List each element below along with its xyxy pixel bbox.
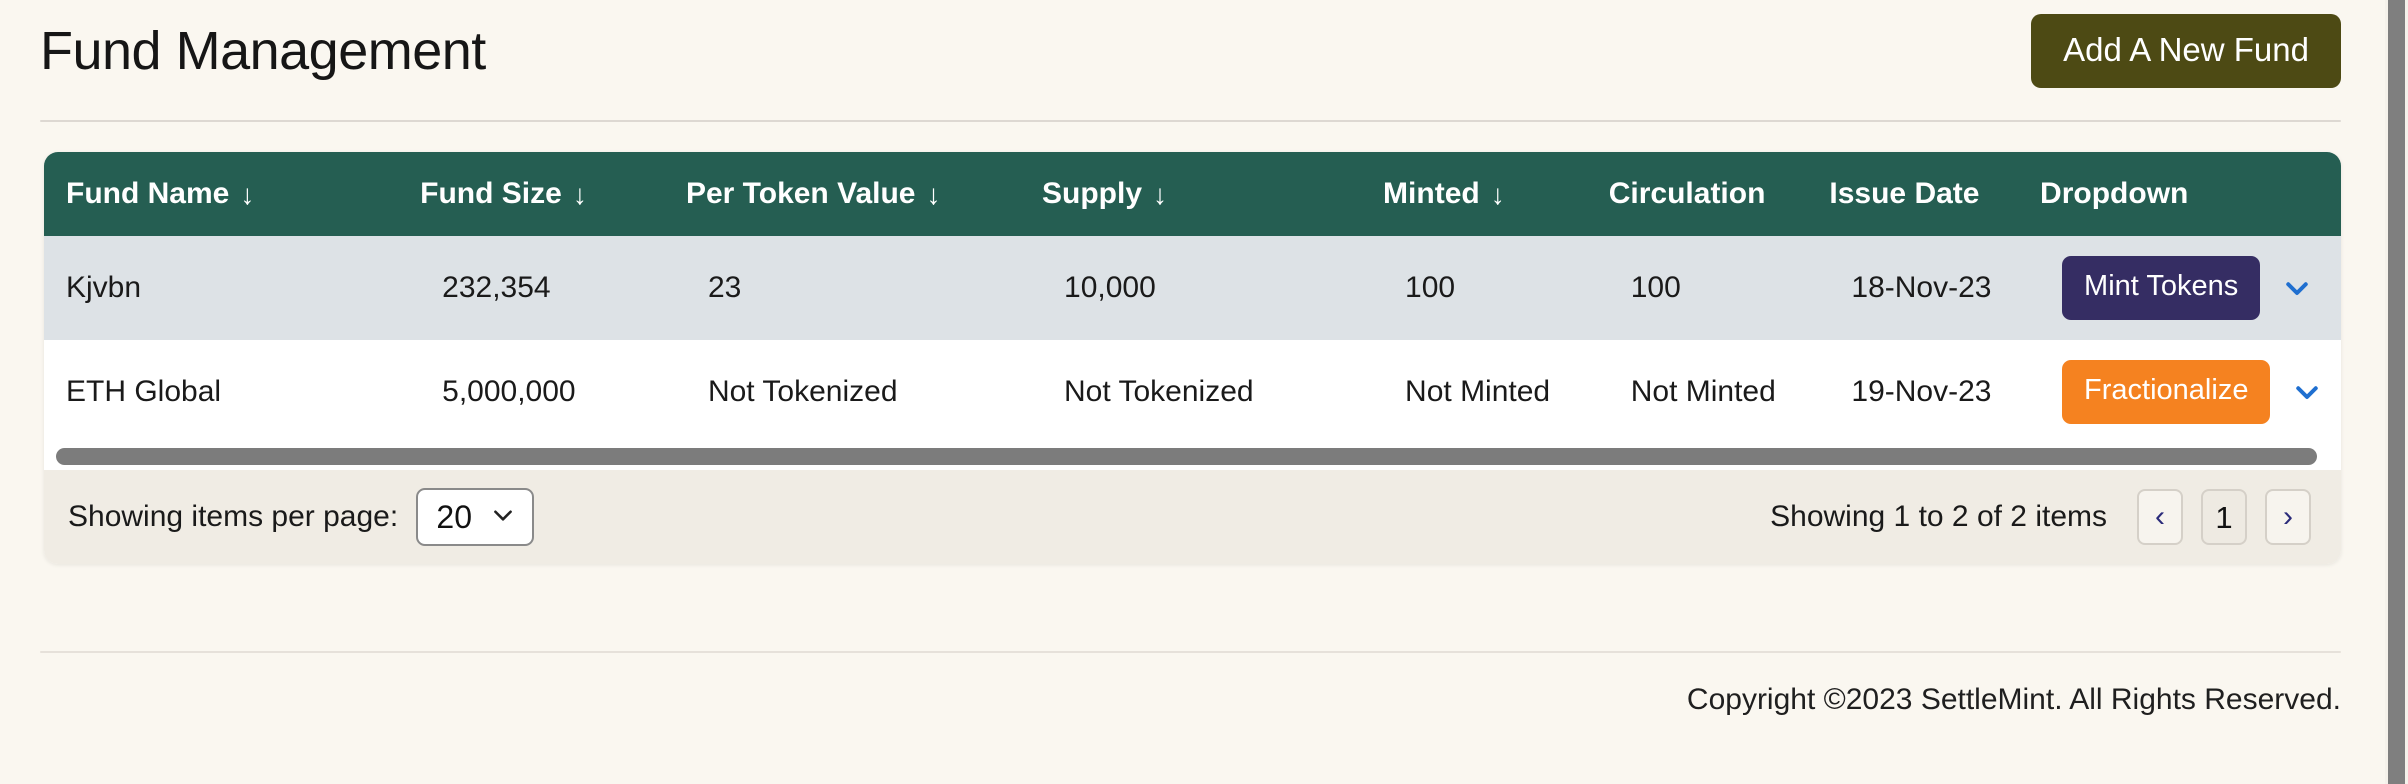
column-header-fund-name[interactable]: Fund Name ↓ — [44, 152, 421, 236]
chevron-down-icon — [490, 502, 516, 533]
header-divider — [40, 120, 2341, 122]
page-header: Fund Management Add A New Fund — [0, 0, 2385, 108]
cell-fund-size: 5,000,000 — [442, 375, 576, 408]
column-label: Circulation — [1608, 177, 1766, 210]
arrow-down-icon[interactable]: ↓ — [926, 181, 940, 209]
column-label: Fund Size — [420, 177, 562, 210]
fund-table-card: Fund Name ↓ Fund Size ↓ Per Token Value — [44, 152, 2341, 564]
chevron-down-icon[interactable] — [2292, 377, 2322, 407]
table-horizontal-scrollbar[interactable] — [44, 444, 2341, 470]
page-title: Fund Management — [40, 21, 486, 81]
column-label: Supply — [1042, 177, 1143, 210]
per-page-group: Showing items per page: 20 — [68, 488, 535, 546]
pagination-bar: Showing items per page: 20 Showing 1 to … — [44, 470, 2341, 564]
cell-supply: 10,000 — [1064, 271, 1156, 304]
table-header-row: Fund Name ↓ Fund Size ↓ Per Token Value — [44, 152, 2341, 236]
scrollbar-thumb[interactable] — [2388, 0, 2405, 784]
cell-supply: Not Tokenized — [1064, 375, 1254, 408]
previous-page-button[interactable]: ‹ — [2137, 489, 2183, 545]
cell-dropdown: Fractionalize — [2040, 340, 2341, 444]
column-header-dropdown: Dropdown — [2040, 152, 2341, 236]
column-header-circulation: Circulation — [1608, 152, 1830, 236]
arrow-down-icon[interactable]: ↓ — [1491, 181, 1505, 209]
cell-minted: 100 — [1405, 271, 1456, 304]
cell-minted: Not Minted — [1405, 375, 1551, 408]
cell-issue-date: 19-Nov-23 — [1851, 375, 1992, 408]
cell-per-token-value: 23 — [707, 271, 742, 304]
page-number-button-1[interactable]: 1 — [2201, 489, 2247, 545]
arrow-down-icon[interactable]: ↓ — [240, 181, 254, 209]
scrollbar-thumb[interactable] — [56, 448, 2317, 465]
cell-circulation: 100 — [1630, 271, 1681, 304]
column-label: Dropdown — [2040, 177, 2189, 210]
column-header-per-token-value[interactable]: Per Token Value ↓ — [685, 152, 1043, 236]
cell-per-token-value: Not Tokenized — [707, 375, 898, 408]
cell-dropdown: Mint Tokens — [2040, 236, 2341, 340]
column-header-minted[interactable]: Minted ↓ — [1383, 152, 1609, 236]
table-row[interactable]: ETH Global 5,000,000 Not Tokenized Not T… — [44, 340, 2341, 444]
column-header-issue-date: Issue Date — [1829, 152, 2041, 236]
mint-tokens-button[interactable]: Mint Tokens — [2062, 256, 2261, 320]
copyright-text: Copyright ©2023 SettleMint. All Rights R… — [1686, 683, 2341, 716]
cell-fund-name: Kjvbn — [44, 236, 421, 340]
fund-management-page: Fund Management Add A New Fund Fund Name… — [0, 0, 2385, 784]
column-label: Minted — [1383, 177, 1480, 210]
fund-table: Fund Name ↓ Fund Size ↓ Per Token Value — [44, 152, 2341, 444]
arrow-down-icon[interactable]: ↓ — [1153, 181, 1167, 209]
column-header-fund-size[interactable]: Fund Size ↓ — [420, 152, 686, 236]
arrow-down-icon[interactable]: ↓ — [573, 181, 587, 209]
cell-fund-name: ETH Global — [44, 340, 421, 444]
per-page-label: Showing items per page: — [68, 500, 399, 533]
pagination-status: Showing 1 to 2 of 2 items — [1770, 500, 2107, 533]
per-page-select[interactable]: 20 — [416, 488, 535, 546]
fund-table-body: Kjvbn 232,354 23 10,000 100 100 18-Nov-2… — [44, 236, 2341, 444]
fractionalize-button[interactable]: Fractionalize — [2062, 360, 2271, 424]
cell-circulation: Not Minted — [1630, 375, 1776, 408]
pager-group: Showing 1 to 2 of 2 items ‹ 1 › — [1770, 489, 2311, 545]
column-header-supply[interactable]: Supply ↓ — [1042, 152, 1384, 236]
column-label: Issue Date — [1829, 177, 1980, 210]
window-vertical-scrollbar[interactable] — [2385, 0, 2408, 784]
per-page-value: 20 — [436, 499, 472, 535]
next-page-button[interactable]: › — [2265, 489, 2311, 545]
table-row[interactable]: Kjvbn 232,354 23 10,000 100 100 18-Nov-2… — [44, 236, 2341, 340]
add-a-new-fund-button[interactable]: Add A New Fund — [2031, 14, 2341, 89]
fund-table-header: Fund Name ↓ Fund Size ↓ Per Token Value — [44, 152, 2341, 236]
column-label: Per Token Value — [685, 177, 916, 210]
column-label: Fund Name — [66, 177, 230, 210]
cell-issue-date: 18-Nov-23 — [1851, 271, 1992, 304]
chevron-down-icon[interactable] — [2282, 273, 2312, 303]
cell-fund-size: 232,354 — [442, 271, 551, 304]
